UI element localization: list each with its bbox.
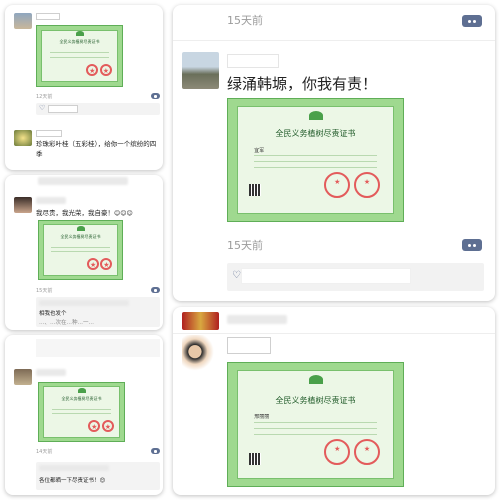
post-time: 12天前 xyxy=(36,94,53,100)
smile-icon: 😊😊😊 xyxy=(114,210,133,217)
post-text: 绿涌韩塬，你我有责！ xyxy=(227,75,378,93)
post-time: 15天前 xyxy=(227,14,263,27)
post-time: 15天前 xyxy=(36,288,53,294)
certificate-image[interactable]: 全民义务植树尽责证书 xyxy=(38,220,123,280)
more-options-icon[interactable] xyxy=(151,93,160,99)
certificate-name: 宜军 xyxy=(254,147,265,154)
certificate-image[interactable]: 全民义务植树尽责证书 宜军 xyxy=(227,98,404,222)
like-bar: ♡ xyxy=(36,103,160,115)
user-name[interactable] xyxy=(227,54,279,68)
avatar[interactable] xyxy=(14,13,32,29)
user-name[interactable] xyxy=(36,13,60,20)
certificate-logo xyxy=(77,388,86,394)
more-options-icon[interactable] xyxy=(151,287,160,293)
seal-icon xyxy=(87,257,100,270)
more-options-icon[interactable] xyxy=(462,239,482,251)
avatar[interactable] xyxy=(182,312,219,330)
post-card-2: 我尽责，我光荣，我自豪！😊😊😊 全民义务植树尽责证书 15天前 相我也发个 …、… xyxy=(5,175,163,330)
comment-text: 各位都晒一下尽责证书！😊 xyxy=(39,478,106,484)
more-options-icon[interactable] xyxy=(462,15,482,27)
certificate-title: 全民义务植树尽责证书 xyxy=(275,129,356,139)
post-text: 珍珠彩叶桂（五彩桂），给你一个缤纷的四季 xyxy=(36,140,157,158)
post-card-4: 15天前 绿涌韩塬，你我有责！ 全民义务植树尽责证书 宜军 15天前 ♡ xyxy=(173,5,495,301)
certificate-title: 全民义务植树尽责证书 xyxy=(60,233,101,239)
like-icon[interactable]: ♡ xyxy=(39,104,45,112)
seal-icon xyxy=(86,63,99,76)
seal-icon xyxy=(354,172,380,199)
certificate-logo xyxy=(308,375,323,385)
qr-code-icon xyxy=(249,452,261,465)
avatar[interactable] xyxy=(182,335,219,372)
like-icon[interactable]: ♡ xyxy=(232,270,241,281)
certificate-title: 全民义务植树尽责证书 xyxy=(61,395,102,401)
comment-text: 相我也发个 xyxy=(39,311,67,317)
seal-icon xyxy=(100,257,113,270)
user-name[interactable] xyxy=(36,130,62,137)
post-card-3: 全民义务植树尽责证书 14天前 各位都晒一下尽责证书！😊 xyxy=(5,335,163,495)
avatar[interactable] xyxy=(14,130,32,146)
qr-code-icon xyxy=(249,184,261,197)
avatar[interactable] xyxy=(182,52,219,89)
certificate-title: 全民义务植树尽责证书 xyxy=(59,39,100,45)
post-card-1: 全民义务植树尽责证书 12天前 ♡ 珍珠彩叶桂（五彩桂），给你一个缤纷的四季 xyxy=(5,5,163,170)
comment-text: …、…次在…种…一… xyxy=(39,320,95,326)
certificate-name: 邢丽丽 xyxy=(254,414,270,421)
more-options-icon[interactable] xyxy=(151,448,160,454)
certificate-image[interactable]: 全民义务植树尽责证书 xyxy=(36,25,123,87)
post-time: 15天前 xyxy=(227,239,263,252)
post-time: 14天前 xyxy=(36,449,53,455)
avatar[interactable] xyxy=(14,197,32,213)
post-card-5: 全民义务植树尽责证书 邢丽丽 xyxy=(173,307,495,495)
comment-area: 相我也发个 …、…次在…种…一… xyxy=(36,297,160,327)
certificate-logo xyxy=(76,226,85,232)
user-name[interactable] xyxy=(227,337,271,354)
seal-icon xyxy=(88,419,101,432)
seal-icon xyxy=(99,63,112,76)
avatar[interactable] xyxy=(14,369,32,385)
certificate-image[interactable]: 全民义务植树尽责证书 xyxy=(38,382,125,442)
certificate-title: 全民义务植树尽责证书 xyxy=(275,395,356,405)
post-text: 我尽责，我光荣，我自豪！😊😊😊 xyxy=(36,209,133,217)
certificate-logo xyxy=(75,31,84,37)
certificate-logo xyxy=(308,111,323,121)
comment-area: 各位都晒一下尽责证书！😊 xyxy=(36,462,160,490)
like-bar: ♡ xyxy=(227,263,484,291)
seal-icon xyxy=(101,419,114,432)
certificate-image[interactable]: 全民义务植树尽责证书 邢丽丽 xyxy=(227,362,404,487)
